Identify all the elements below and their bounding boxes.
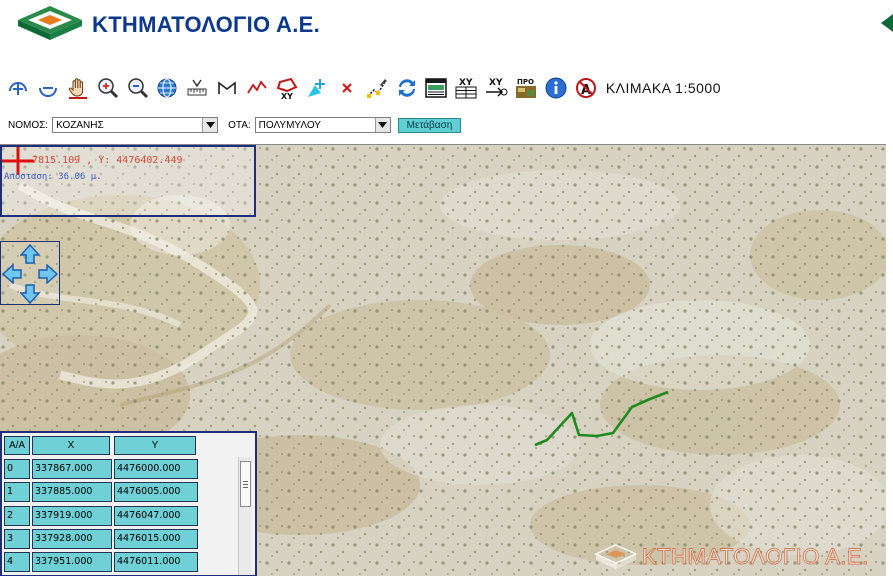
label-toggle-button[interactable]: A [574,75,598,101]
polygon-xy-button[interactable]: XY [275,75,299,101]
row-index: 1 [4,482,30,502]
coordinates-table: Α/Α X Y 0 337867.000 4476000.000 1 33788… [0,431,257,576]
row-y-value: 4476047.000 [114,506,198,526]
coordinate-panel: 7815.109 , Y: 4476402.449 Απόσταση: 36.0… [0,145,256,217]
chevron-down-icon[interactable] [202,118,218,132]
pro-layer-button[interactable]: ΠΡΟ [514,75,538,101]
info-icon [545,77,567,99]
print-map-button[interactable] [424,75,448,101]
row-x-value: 337919.000 [32,506,112,526]
refresh-button[interactable] [395,75,419,101]
row-x-value: 337885.000 [32,482,112,502]
clear-delete-icon [342,83,352,93]
pan-hand-icon [68,78,87,99]
row-x-value: 337867.000 [32,459,112,479]
zoom-in-icon [9,82,27,95]
map-watermark: ΚΤΗΜΑΤΟΛΟΓΙΟ Α.Ε. [594,541,869,573]
brand-title: ΚΤΗΜΑΤΟΛΟΓΙΟ Α.Ε. [92,12,320,37]
row-index: 0 [4,459,30,479]
full-extent-globe-icon [157,78,177,98]
ota-select[interactable]: ΠΟΛΥΜΥΛΟΥ [254,117,391,133]
scale-label: ΚΛΙΜΑΚΑ 1:5000 [605,80,722,96]
svg-text:ΠΡΟ: ΠΡΟ [517,78,534,86]
xy-table-button[interactable]: XY [454,75,478,101]
row-index: 3 [4,529,30,549]
pro-layer-icon: ΠΡΟ [516,78,537,98]
refresh-icon [398,79,415,97]
scrollbar-thumb[interactable] [240,461,251,507]
zoom-out-button[interactable] [36,75,60,101]
crosshair-icon [2,147,34,175]
column-header-aa: Α/Α [4,436,30,455]
zoom-previous-button[interactable] [126,75,150,101]
watermark-logo-icon [594,544,638,569]
info-button[interactable] [544,75,568,101]
nomos-select[interactable]: ΚΟΖΑΝΗΣ [52,117,219,133]
header: ΚΤΗΜΑΤΟΛΟΓΙΟ Α.Ε. [0,0,893,60]
zoom-window-button[interactable] [96,75,120,101]
full-extent-button[interactable] [155,75,179,101]
select-point-button[interactable] [305,75,329,101]
pan-down-arrow-icon[interactable] [20,284,40,304]
zoom-window-icon [97,78,118,99]
distance-readout: Απόσταση: 36.06 μ. [4,172,102,182]
measure-button[interactable] [185,75,209,101]
svg-text:XY: XY [489,78,503,88]
row-x-value: 337928.000 [32,529,112,549]
xy-goto-button[interactable]: XY [484,75,508,101]
zoom-previous-icon [127,78,148,99]
edge-arrow-icon [881,14,893,32]
go-button[interactable]: Μετάβαση [397,117,462,133]
nomos-label: ΝΟΜΟΣ: [8,119,49,131]
measure-ruler-icon [187,79,207,96]
column-header-x: X [32,436,110,455]
xy-goto-icon: XY [486,78,508,97]
envelope-icon [218,81,237,94]
nomos-value: ΚΟΖΑΝΗΣ [56,119,104,131]
ota-value: ΠΟΛΥΜΥΛΟΥ [258,119,321,131]
map-view[interactable]: 7815.109 , Y: 4476402.449 Απόσταση: 36.0… [0,144,886,576]
row-y-value: 4476000.000 [114,459,198,479]
filter-bar: ΝΟΜΟΣ: ΚΟΖΑΝΗΣ ΟΤΑ: ΠΟΛΥΜΥΛΟΥ Μετάβαση [8,116,462,134]
coordinate-readout: 7815.109 , Y: 4476402.449 [32,155,183,166]
label-toggle-icon: A [575,78,596,98]
pan-button[interactable] [66,75,90,101]
pan-left-arrow-icon[interactable] [2,264,22,284]
svg-text:XY: XY [281,92,293,100]
row-y-value: 4476011.000 [114,552,198,572]
row-index: 2 [4,506,30,526]
measure-line-icon [247,80,267,94]
ota-label: ΟΤΑ: [228,119,251,131]
chevron-down-icon[interactable] [374,118,390,132]
column-header-y: Y [114,436,196,455]
table-scrollbar[interactable] [238,457,252,575]
clear-button[interactable] [335,75,359,101]
ktimatologio-logo [18,6,82,40]
print-map-icon [425,78,448,98]
envelope-button[interactable] [215,75,239,101]
row-x-value: 337951.000 [32,552,112,572]
map-toolbar: XY XY XY ΠΡΟ A ΚΛΙΜΑΚΑ 1:5000 [6,72,721,104]
row-index: 4 [4,552,30,572]
row-y-value: 4476015.000 [114,529,198,549]
measure-line-button[interactable] [245,75,269,101]
pan-right-arrow-icon[interactable] [38,264,58,284]
edit-vertices-icon [366,79,387,98]
select-point-icon [307,79,325,97]
row-y-value: 4476005.000 [114,482,198,502]
pan-up-arrow-icon[interactable] [20,244,40,264]
zoom-in-button[interactable] [6,75,30,101]
watermark-text: ΚΤΗΜΑΤΟΛΟΓΙΟ Α.Ε. [642,544,869,570]
zoom-out-icon [38,87,57,97]
polygon-xy-icon: XY [276,77,298,100]
pan-navigation [0,241,60,305]
edit-vertices-button[interactable] [365,75,389,101]
xy-table-icon: XY [455,78,477,99]
